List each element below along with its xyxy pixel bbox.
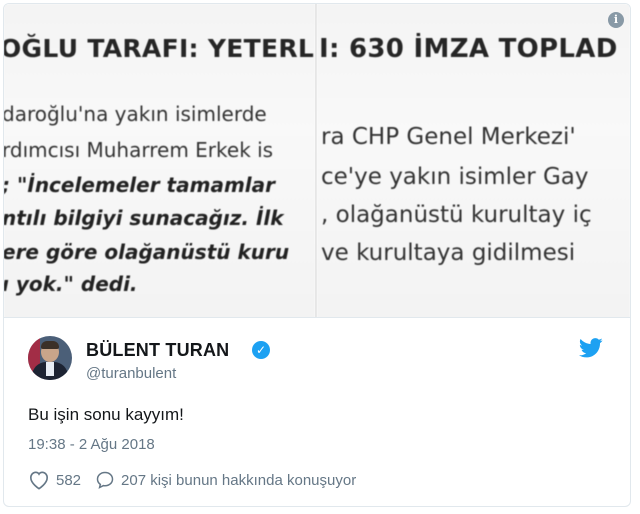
media-right-line: ce'ye yakın isimler Gay [321,164,589,190]
media-left-line: ere göre olağanüstü kuru [4,240,290,264]
avatar[interactable] [28,336,72,380]
verified-badge-icon: ✓ [252,341,270,359]
twitter-bird-icon[interactable] [579,338,603,358]
media-left-line: daroğlu'na yakın isimlerde [4,102,267,126]
media-left-headline: OĞLU TARAFI: YETERLİ S [4,34,315,63]
tweet-media[interactable]: OĞLU TARAFI: YETERLİ S daroğlu'na yakın … [4,4,630,318]
like-count[interactable]: 582 [56,472,81,489]
media-left-line: ntılı bilgiyi sunacağız. İlk [4,206,284,230]
media-right-line: ve kurultaya gidilmesi [321,240,576,266]
embedded-tweet-card: OĞLU TARAFI: YETERLİ S daroğlu'na yakın … [3,3,631,507]
reply-icon[interactable] [95,470,115,490]
conversation-link[interactable]: 207 kişi bunun hakkında konuşuyor [121,472,356,489]
media-left-line: rdımcısı Muharrem Erkek is [4,138,274,162]
author-handle[interactable]: @turanbulent [86,365,176,382]
media-image-right[interactable]: I: 630 İMZA TOPLAD ra CHP Genel Merkezi'… [317,4,630,317]
tweet-actions: 582 207 kişi bunun hakkında konuşuyor [28,468,356,492]
media-right-headline: I: 630 İMZA TOPLAD [319,34,618,64]
media-left-line: ; "İncelemeler tamamlar [4,173,275,197]
info-icon[interactable]: i [608,12,624,28]
media-left-line: ı yok." dedi. [4,272,138,296]
tweet-text: Bu işin sonu kayyım! [28,405,184,424]
tweet-body: BÜLENT TURAN ✓ @turanbulent Bu işin sonu… [4,318,630,506]
author-name[interactable]: BÜLENT TURAN [86,340,229,361]
media-image-left[interactable]: OĞLU TARAFI: YETERLİ S daroğlu'na yakın … [4,4,315,317]
heart-icon[interactable] [28,470,50,490]
tweet-timestamp[interactable]: 19:38 - 2 Ağu 2018 [28,436,155,453]
media-right-line: ra CHP Genel Merkezi' [321,124,576,150]
media-right-line: , olağanüstü kurultay iç [321,202,592,228]
